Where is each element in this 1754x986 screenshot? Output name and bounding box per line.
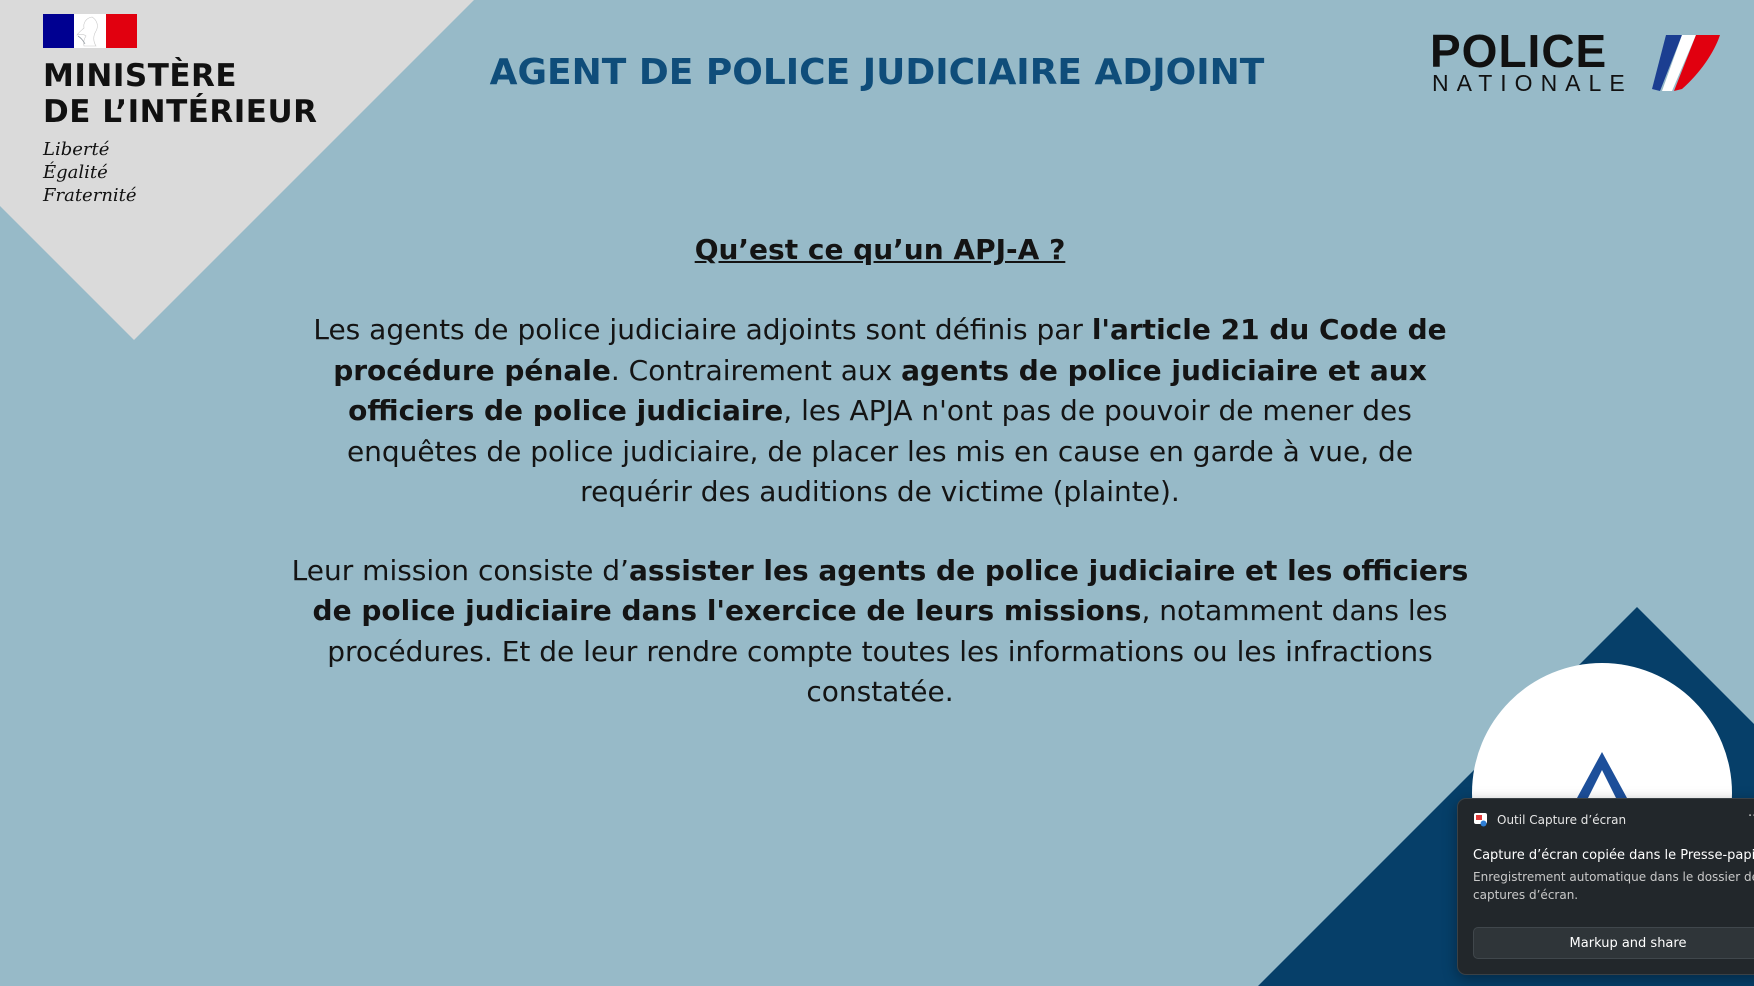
ministry-logo: MINISTÈRE DE L’INTÉRIEUR Liberté Égalité… (43, 14, 318, 207)
slide: MINISTÈRE DE L’INTÉRIEUR Liberté Égalité… (0, 0, 1754, 986)
paragraph-mission: Leur mission consiste d’assister les age… (290, 551, 1470, 713)
motto-egalite: Égalité (43, 162, 108, 183)
motto-liberte: Liberté (43, 139, 110, 160)
more-options-icon[interactable]: ··· (1748, 809, 1754, 824)
republic-motto: Liberté Égalité Fraternité (43, 138, 318, 207)
notification-header: Outil Capture d’écran (1473, 812, 1626, 827)
text-run: Les agents de police judiciaire adjoints… (313, 313, 1092, 346)
notification-app-name: Outil Capture d’écran (1497, 812, 1627, 827)
marianne-icon (76, 16, 98, 47)
notification-title: Capture d’écran copiée dans le Presse-pa… (1473, 848, 1754, 863)
motto-fraternite: Fraternité (43, 185, 137, 206)
french-flag-icon (43, 14, 137, 48)
tricolor-stripes-icon (1652, 35, 1720, 91)
snipping-tool-icon (1473, 812, 1488, 827)
nationale-logo-word: NATIONALE (1432, 70, 1633, 96)
police-nationale-logo: POLICE NATIONALE (1430, 28, 1722, 98)
notification-body: Enregistrement automatique dans le dossi… (1473, 870, 1754, 902)
paragraph-definition: Les agents de police judiciaire adjoints… (290, 310, 1470, 513)
section-heading: Qu’est ce qu’un APJ-A ? (694, 233, 1066, 266)
police-logo-word: POLICE (1430, 25, 1608, 77)
ministry-name-line2: DE L’INTÉRIEUR (43, 94, 318, 130)
main-content: Qu’est ce qu’un APJ-A ? Les agents de po… (290, 230, 1470, 713)
markup-and-share-button[interactable]: Markup and share (1473, 927, 1754, 959)
screenshot-notification[interactable]: Outil Capture d’écran ··· Capture d’écra… (1457, 798, 1754, 975)
text-run: . Contrairement aux (610, 353, 902, 387)
text-run: Leur mission consiste d’ (291, 553, 629, 587)
